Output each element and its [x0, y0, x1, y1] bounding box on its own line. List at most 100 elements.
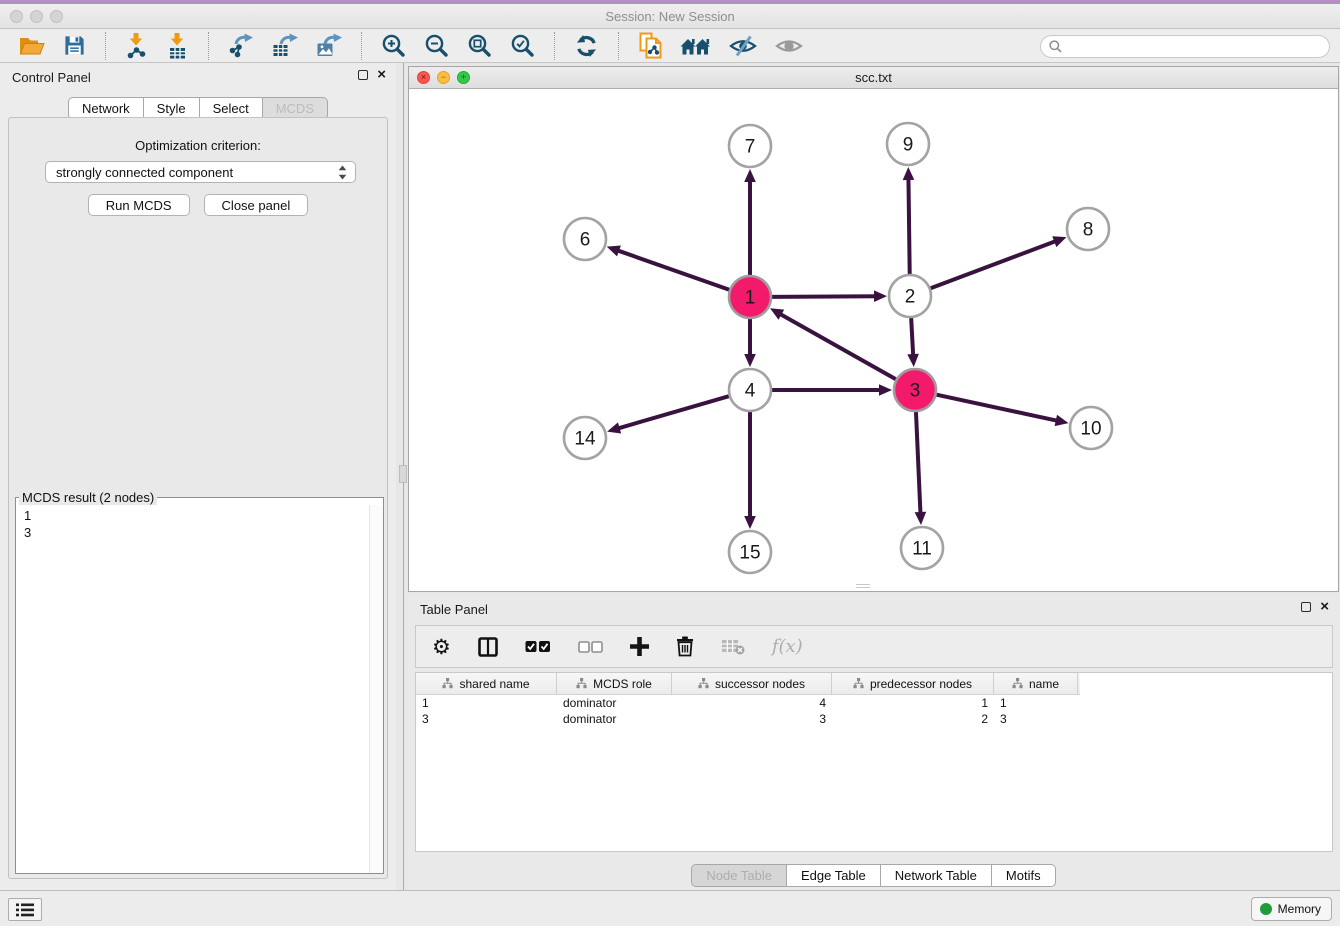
first-neighbors-button[interactable]	[680, 31, 711, 61]
graph-node-label: 10	[1080, 419, 1101, 440]
mcds-result-title: MCDS result (2 nodes)	[19, 490, 157, 505]
column-type-icon	[576, 678, 587, 689]
memory-button[interactable]: Memory	[1251, 897, 1332, 921]
table-panel-tabs: Node TableEdge TableNetwork TableMotifs	[408, 864, 1339, 887]
show-all-button[interactable]	[775, 31, 803, 61]
minimize-window-button[interactable]	[30, 10, 43, 23]
graph-edge-1-2[interactable]	[772, 296, 877, 297]
trash-icon	[676, 636, 694, 657]
column-type-icon	[1012, 678, 1023, 689]
eye-icon	[775, 35, 803, 57]
control-panel-header: Control Panel ×	[0, 63, 396, 91]
table-settings-button[interactable]: ⚙	[432, 637, 451, 657]
delete-column-button[interactable]	[676, 636, 694, 657]
import-network-button[interactable]	[125, 31, 148, 61]
unchecked-boxes-icon	[578, 641, 603, 653]
save-session-button[interactable]	[63, 31, 86, 61]
select-arrows-icon	[338, 165, 347, 180]
table-row[interactable]: 3dominator323	[416, 711, 1332, 727]
column-header-shared-name[interactable]: shared name	[416, 673, 557, 694]
table-cell: 4	[672, 695, 832, 711]
deselect-all-button[interactable]	[578, 641, 603, 653]
panel-splitter[interactable]	[396, 63, 408, 890]
export-network-button[interactable]	[228, 31, 254, 61]
zoom-out-button[interactable]	[424, 31, 449, 61]
refresh-button[interactable]	[574, 31, 599, 61]
column-header-name[interactable]: name	[994, 673, 1078, 694]
maximize-network-button[interactable]: +	[457, 71, 470, 84]
hide-selected-button[interactable]	[729, 31, 757, 61]
zoom-fit-button[interactable]	[467, 31, 492, 61]
close-network-button[interactable]: ×	[417, 71, 430, 84]
float-panel-icon[interactable]	[358, 70, 368, 80]
close-window-button[interactable]	[10, 10, 23, 23]
graph-edge-3-1[interactable]	[779, 313, 896, 379]
close-panel-button[interactable]: Close panel	[204, 194, 309, 216]
table-cell: 3	[994, 711, 1078, 727]
clone-network-icon	[638, 32, 662, 59]
import-table-icon	[166, 33, 189, 59]
network-canvas[interactable]: 7968124314101511	[409, 89, 1338, 591]
float-table-panel-icon[interactable]	[1301, 602, 1311, 612]
network-window-titlebar[interactable]: × − + scc.txt	[409, 67, 1338, 89]
close-panel-icon[interactable]: ×	[377, 69, 386, 81]
mcds-result-list: 13	[16, 505, 383, 541]
tab-network-table[interactable]: Network Table	[881, 864, 992, 887]
graph-node-label: 3	[910, 381, 921, 402]
column-header-successor-nodes[interactable]: successor nodes	[672, 673, 832, 694]
export-table-icon	[272, 33, 298, 58]
splitter-grip[interactable]	[399, 465, 407, 483]
close-table-panel-icon[interactable]: ×	[1320, 601, 1329, 613]
export-image-button[interactable]	[316, 31, 342, 61]
table-row[interactable]: 1dominator411	[416, 695, 1332, 711]
column-header-MCDS-role[interactable]: MCDS role	[557, 673, 672, 694]
zoom-fit-icon	[467, 33, 492, 58]
toolbar-separator	[618, 32, 619, 60]
task-history-button[interactable]	[8, 898, 42, 921]
tab-motifs[interactable]: Motifs	[992, 864, 1056, 887]
zoom-in-icon	[381, 33, 406, 58]
criterion-select[interactable]: strongly connected component	[45, 161, 356, 183]
export-table-button[interactable]	[272, 31, 298, 61]
result-scrollbar[interactable]	[369, 505, 383, 873]
graph-edge-1-6[interactable]	[616, 250, 729, 290]
open-session-button[interactable]	[19, 31, 45, 61]
split-view-button[interactable]	[478, 637, 498, 657]
column-header-predecessor-nodes[interactable]: predecessor nodes	[832, 673, 994, 694]
gear-icon: ⚙	[432, 637, 451, 657]
search-input[interactable]	[1067, 40, 1321, 54]
graph-edge-arrowhead	[1055, 415, 1069, 426]
canvas-resize-grip[interactable]	[856, 584, 870, 590]
graph-node-label: 15	[739, 543, 760, 564]
delete-table-button[interactable]	[721, 638, 745, 655]
graph-edge-arrowhead	[874, 290, 887, 302]
zoom-selected-button[interactable]	[510, 31, 535, 61]
graph-node-label: 7	[745, 137, 756, 158]
graph-edge-3-10[interactable]	[937, 395, 1059, 421]
function-builder-button[interactable]: f(x)	[772, 636, 803, 657]
mcds-result-box: MCDS result (2 nodes) 13	[15, 490, 384, 874]
select-all-button[interactable]	[525, 640, 551, 653]
open-folder-icon	[19, 34, 45, 57]
graph-edge-4-14[interactable]	[617, 396, 729, 429]
clone-network-button[interactable]	[638, 31, 662, 61]
import-table-button[interactable]	[166, 31, 189, 61]
tab-edge-table[interactable]: Edge Table	[787, 864, 881, 887]
graph-edge-3-11[interactable]	[916, 412, 921, 515]
maximize-window-button[interactable]	[50, 10, 63, 23]
graph-edge-2-8[interactable]	[931, 241, 1058, 289]
minimize-network-button[interactable]: −	[437, 71, 450, 84]
network-window-title: scc.txt	[409, 67, 1338, 89]
column-type-icon	[698, 678, 709, 689]
search-box[interactable]	[1040, 35, 1330, 58]
zoom-in-button[interactable]	[381, 31, 406, 61]
control-panel-title: Control Panel	[12, 70, 91, 85]
graph-edge-arrowhead	[744, 169, 756, 182]
add-column-button[interactable]	[630, 637, 649, 656]
graph-edge-arrowhead	[1052, 236, 1066, 247]
run-mcds-button[interactable]: Run MCDS	[88, 194, 190, 216]
optimization-criterion-label: Optimization criterion:	[9, 138, 387, 153]
tab-node-table[interactable]: Node Table	[691, 864, 787, 887]
graph-edge-2-9[interactable]	[908, 177, 909, 274]
graph-edge-2-3[interactable]	[911, 318, 913, 357]
